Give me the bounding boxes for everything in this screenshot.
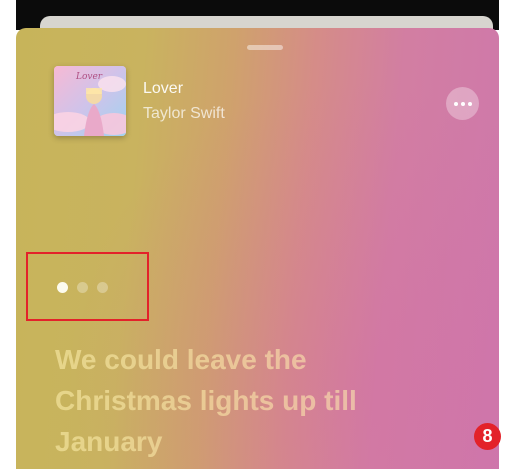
lyric-line: January: [55, 426, 163, 457]
lyric-line: We could leave the: [55, 344, 307, 375]
artist-name[interactable]: Taylor Swift: [143, 105, 225, 123]
annotation-highlight-box: [26, 252, 149, 321]
ellipsis-icon-dot: [460, 101, 465, 106]
sheet-grabber-handle[interactable]: [247, 45, 283, 50]
ellipsis-icon-dot: [467, 101, 472, 106]
screen: Lover Lover Taylor Swift We could leave …: [0, 0, 515, 469]
artwork-title-text: Lover: [76, 72, 103, 82]
more-options-button[interactable]: [446, 87, 479, 120]
ellipsis-icon-dot: [453, 101, 458, 106]
album-artwork[interactable]: Lover: [54, 66, 126, 136]
lyric-line: Christmas lights up till: [55, 385, 357, 416]
lyrics-view[interactable]: We could leave the Christmas lights up t…: [55, 339, 455, 462]
song-title[interactable]: Lover: [143, 80, 183, 98]
step-number-badge: 8: [474, 423, 501, 450]
